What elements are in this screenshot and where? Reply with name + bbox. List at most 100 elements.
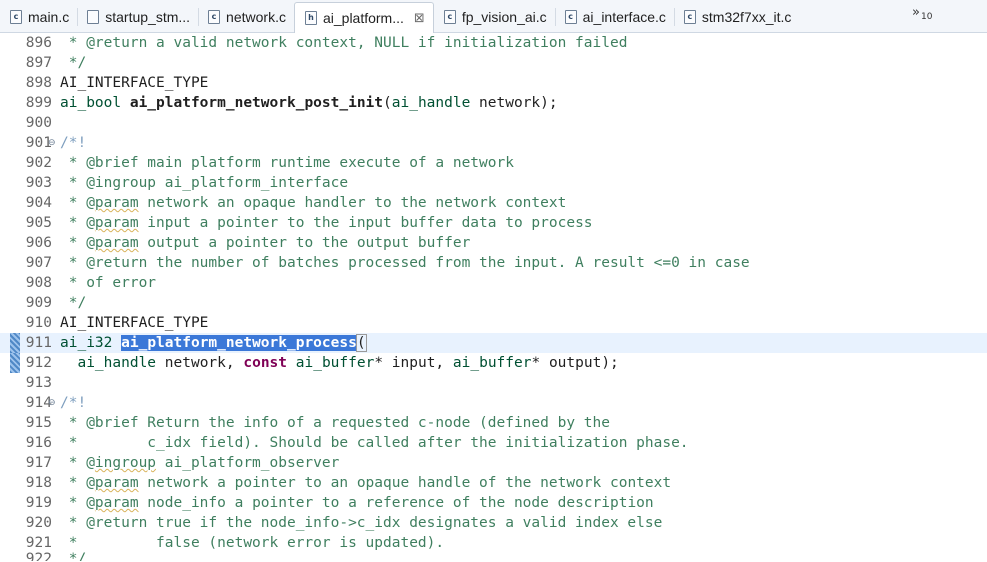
code-token: */ <box>60 551 87 561</box>
code-token: * @return true if the node_info->c_idx d… <box>60 515 663 531</box>
code-line[interactable]: 907 * @return the number of batches proc… <box>0 253 987 273</box>
code-line[interactable]: 896 * @return a valid network context, N… <box>0 33 987 53</box>
tab-main-c[interactable]: c main.c <box>0 2 77 32</box>
line-number: 917 <box>25 455 52 471</box>
code-line[interactable]: 909 */ <box>0 293 987 313</box>
code-text: /*! <box>60 393 86 413</box>
code-text: * @ingroup ai_platform_interface <box>60 173 348 193</box>
line-number: 914 <box>25 395 52 411</box>
code-line[interactable]: 910 AI_INTERFACE_TYPE <box>0 313 987 333</box>
code-line[interactable]: 917 * @ingroup ai_platform_observer <box>0 453 987 473</box>
code-line[interactable]: 918 * @param network a pointer to an opa… <box>0 473 987 493</box>
code-token: network); <box>470 95 558 111</box>
code-editor[interactable]: 896 * @return a valid network context, N… <box>0 33 987 561</box>
line-number: 922 <box>25 551 52 561</box>
tab-stm32f7xx-it-c[interactable]: c stm32f7xx_it.c <box>673 2 799 32</box>
code-line[interactable]: 901 ⊖/*! <box>0 133 987 153</box>
code-text: * @ingroup ai_platform_observer <box>60 453 340 473</box>
c-file-icon: c <box>683 10 696 24</box>
code-token: param <box>94 235 139 251</box>
c-file-icon: c <box>443 10 456 24</box>
c-file-icon: c <box>564 10 577 24</box>
code-token: output a pointer to the output buffer <box>138 235 471 251</box>
tab-ai-interface-c[interactable]: c ai_interface.c <box>554 2 674 32</box>
tab-ai-platform[interactable]: h ai_platform... ⊠ <box>293 2 434 33</box>
code-text: */ <box>60 293 86 313</box>
code-token: */ <box>60 295 87 311</box>
chevron-double-right-icon: » <box>912 5 920 20</box>
code-line[interactable]: 900 <box>0 113 987 133</box>
code-token: * input, <box>374 355 453 371</box>
code-text: ai_i32 ai_platform_network_process( <box>60 333 367 353</box>
line-number: 906 <box>25 235 52 251</box>
code-line[interactable]: 905 * @param input a pointer to the inpu… <box>0 213 987 233</box>
code-text: * @param network a pointer to an opaque … <box>60 473 671 493</box>
code-token: /*! <box>60 135 87 151</box>
fold-collapse-icon[interactable]: ⊖ <box>48 133 56 153</box>
code-line[interactable]: 914 ⊖/*! <box>0 393 987 413</box>
editor-tab-bar: c main.c startup_stm... c network.c h ai_platf… <box>0 0 987 33</box>
hidden-tab-count: 10 <box>920 12 933 22</box>
tab-label: ai_interface.c <box>582 9 666 25</box>
code-token: ( <box>355 334 367 352</box>
code-text: * of error <box>60 273 156 293</box>
code-line[interactable]: 906 * @param output a pointer to the out… <box>0 233 987 253</box>
code-token: * @return the number of batches processe… <box>60 255 750 271</box>
code-line[interactable]: 904 * @param network an opaque handler t… <box>0 193 987 213</box>
code-token: * @ <box>60 195 95 211</box>
code-token: network an opaque handler to the network… <box>138 195 567 211</box>
code-token: * of error <box>60 275 157 291</box>
code-text: /*! <box>60 133 86 153</box>
tab-label: ai_platform... <box>322 10 404 26</box>
code-token: * @ <box>60 455 95 471</box>
line-number: 898 <box>25 75 52 91</box>
code-token: ai_platform_observer <box>156 455 340 471</box>
tab-network-c[interactable]: c network.c <box>198 2 294 32</box>
code-token: * @ <box>60 235 95 251</box>
code-token: * output); <box>531 355 619 371</box>
code-text: * @brief Return the info of a requested … <box>60 413 610 433</box>
code-token: param <box>94 475 139 491</box>
tab-label: startup_stm... <box>105 9 191 25</box>
code-line[interactable]: 911 ai_i32 ai_platform_network_process( <box>0 333 987 353</box>
code-line[interactable]: 922 */ <box>0 549 987 561</box>
line-number: 912 <box>25 355 52 371</box>
code-token: * @ <box>60 215 95 231</box>
code-token: param <box>94 495 139 511</box>
code-line[interactable]: 920 * @return true if the node_info->c_i… <box>0 513 987 533</box>
code-line[interactable]: 912 ai_handle network, const ai_buffer* … <box>0 353 987 373</box>
code-text: * @return the number of batches processe… <box>60 253 750 273</box>
tab-overflow-button[interactable]: »10 <box>912 5 932 22</box>
code-line[interactable]: 916 * c_idx field). Should be called aft… <box>0 433 987 453</box>
code-line[interactable]: 902 * @brief main platform runtime execu… <box>0 153 987 173</box>
code-line[interactable]: 899 ai_bool ai_platform_network_post_init… <box>0 93 987 113</box>
tab-label: network.c <box>226 9 286 25</box>
tab-startup-stm[interactable]: startup_stm... <box>77 2 198 32</box>
code-token: input a pointer to the input buffer data… <box>138 215 593 231</box>
code-line[interactable]: 919 * @param node_info a pointer to a re… <box>0 493 987 513</box>
code-line[interactable]: 903 * @ingroup ai_platform_interface <box>0 173 987 193</box>
code-line[interactable]: 913 <box>0 373 987 393</box>
line-number: 907 <box>25 255 52 271</box>
code-line[interactable]: 908 * of error <box>0 273 987 293</box>
tab-fp-vision-ai-c[interactable]: c fp_vision_ai.c <box>434 2 555 32</box>
code-line[interactable]: 898 AI_INTERFACE_TYPE <box>0 73 987 93</box>
line-number: 908 <box>25 275 52 291</box>
code-text: AI_INTERFACE_TYPE <box>60 73 208 93</box>
line-number: 911 <box>25 335 52 351</box>
line-number: 897 <box>25 55 52 71</box>
code-text: * c_idx field). Should be called after t… <box>60 433 689 453</box>
line-number: 910 <box>25 315 52 331</box>
fold-collapse-icon[interactable]: ⊖ <box>48 393 56 413</box>
code-token: ai_bool <box>60 95 122 111</box>
close-tab-icon[interactable]: ⊠ <box>414 11 425 26</box>
code-token: ai_buffer <box>295 355 375 371</box>
tab-label: fp_vision_ai.c <box>461 9 547 25</box>
code-line[interactable]: 897 */ <box>0 53 987 73</box>
line-number: 904 <box>25 195 52 211</box>
code-token: ai_handle <box>77 355 157 371</box>
line-number: 903 <box>25 175 52 191</box>
code-line[interactable]: 915 * @brief Return the info of a reques… <box>0 413 987 433</box>
code-token: AI_INTERFACE_TYPE <box>60 315 209 331</box>
